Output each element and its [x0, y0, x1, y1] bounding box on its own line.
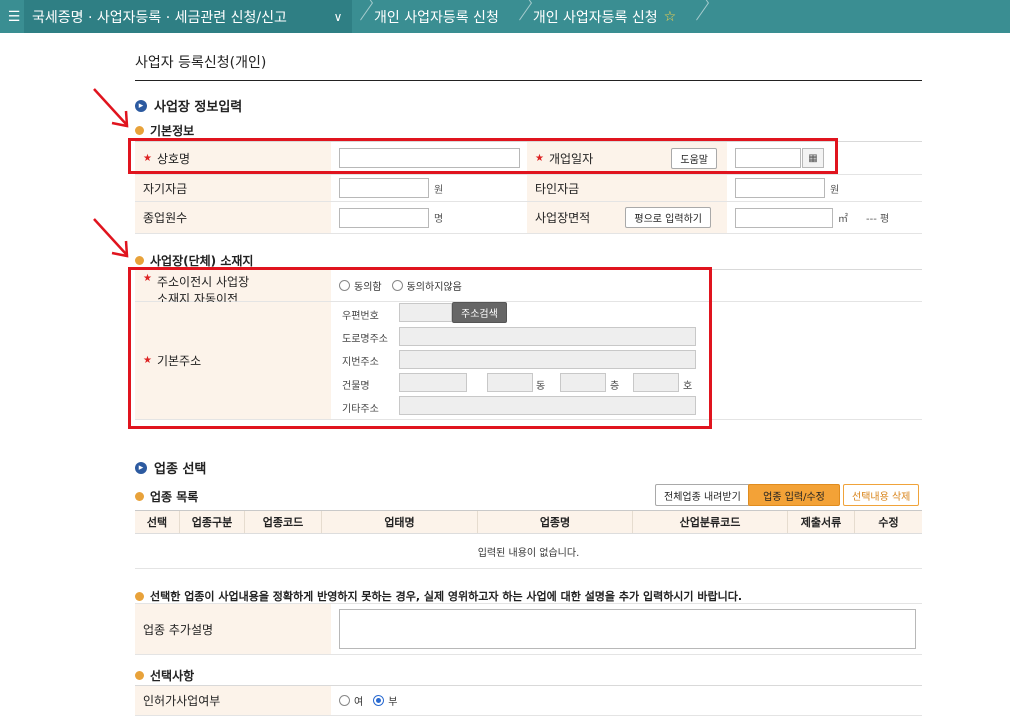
won-unit: 원: [830, 184, 840, 196]
own-capital-input[interactable]: [339, 178, 429, 198]
column-header: 업종코드: [245, 511, 322, 533]
extra-description-cell: [331, 604, 922, 654]
hamburger-icon[interactable]: ☰: [0, 0, 24, 33]
top-navigation-bar: ☰ 국세증명 · 사업자등록 · 세금관련 신청/신고 ∨ 개인 사업자등록 신…: [0, 0, 1010, 33]
chevron-down-icon[interactable]: ∨: [324, 0, 352, 33]
other-capital-cell: 원: [727, 175, 922, 201]
extra-description-label: 업종 추가설명: [135, 604, 331, 654]
note-text: 선택한 업종이 사업내용을 정확하게 반영하지 못하는 경우, 실제 영위하고자…: [150, 590, 743, 603]
other-capital-input[interactable]: [735, 178, 825, 198]
subheading-industry-list: 업종 목록: [135, 488, 198, 505]
breadcrumb-item[interactable]: 개인 사업자등록 신청: [366, 0, 511, 33]
industry-input-button[interactable]: 업종 입력/수정: [748, 484, 840, 506]
own-capital-label: 자기자금: [135, 175, 331, 201]
table-row: 종업원수 명 사업장면적 평으로 입력하기 ㎡ --- 평: [135, 202, 922, 234]
area-label: 사업장면적 평으로 입력하기: [527, 202, 727, 233]
column-header: 업종구분: [180, 511, 245, 533]
column-header: 수정: [878, 516, 899, 529]
radio-label: 여: [354, 697, 364, 708]
arrow-right-icon: ▸: [135, 461, 147, 474]
subheading-text: 선택사항: [150, 669, 195, 683]
subheading-text: 기본정보: [150, 124, 195, 138]
title-divider: [135, 80, 922, 81]
employees-unit: 명: [434, 214, 444, 225]
pyeong-readout: --- 평: [866, 214, 890, 225]
subheading-basic-info: 기본정보: [135, 122, 194, 139]
star-icon[interactable]: ☆: [664, 9, 677, 25]
industry-note: 선택한 업종이 사업내용을 정확하게 반영하지 못하는 경우, 실제 영위하고자…: [135, 588, 742, 604]
industry-list-header: 선택 업종구분 업종코드 업태명 업종명 산업분류코드 제출서류 수정: [135, 510, 922, 534]
breadcrumb-current: 개인 사업자등록 신청 ☆: [525, 0, 688, 33]
area-cell: ㎡ --- 평: [727, 202, 922, 233]
breadcrumb-separator: [352, 0, 366, 33]
employees-cell: 명: [331, 202, 527, 233]
won-unit: 원: [434, 184, 444, 196]
column-header: 제출서류: [788, 511, 855, 533]
section-heading-business-info: ▸ 사업장 정보입력: [135, 96, 242, 115]
label-text: 사업장면적: [535, 211, 591, 225]
radio-circle-icon: [339, 695, 350, 706]
radio-selected-icon: [373, 695, 385, 706]
subheading-text: 업종 목록: [150, 490, 199, 504]
heading-text: 업종 선택: [154, 462, 207, 477]
extra-description-table: 업종 추가설명: [135, 603, 922, 655]
bullet-icon: [135, 126, 144, 135]
delete-selection-button[interactable]: 선택내용 삭제: [843, 484, 920, 506]
other-capital-label: 타인자금: [527, 175, 727, 201]
bullet-icon: [135, 671, 144, 680]
license-business-cell: 여 부: [331, 686, 922, 715]
license-business-label: 인허가사업여부: [135, 686, 331, 715]
column-header: 선택: [135, 511, 180, 533]
annotation-arrow-icon: [93, 218, 129, 258]
highlight-box: [128, 138, 838, 174]
employees-label: 종업원수: [135, 202, 331, 233]
own-capital-cell: 원: [331, 175, 527, 201]
table-row: 업종 추가설명: [135, 604, 922, 655]
column-header: 업종명: [478, 511, 633, 533]
download-industries-button[interactable]: 전체업종 내려받기: [655, 484, 750, 506]
area-input[interactable]: [735, 207, 833, 228]
table-row: 인허가사업여부 여 부: [135, 686, 922, 716]
section-heading-industry: ▸ 업종 선택: [135, 458, 206, 477]
options-table: 인허가사업여부 여 부: [135, 685, 922, 716]
heading-text: 사업장 정보입력: [154, 100, 243, 115]
breadcrumb-separator: [511, 0, 525, 33]
area-unit: ㎡: [838, 214, 848, 225]
column-header: 업태명: [322, 511, 478, 533]
breadcrumb-label: 개인 사업자등록 신청: [374, 9, 499, 26]
table-row: 자기자금 원 타인자금 원: [135, 175, 922, 202]
page-title: 사업자 등록신청(개인): [135, 55, 267, 71]
nav-home-link[interactable]: 국세증명 · 사업자등록 · 세금관련 신청/신고: [24, 0, 324, 33]
column-header: 산업분류코드: [633, 511, 788, 533]
nav-home-label: 국세증명 · 사업자등록 · 세금관련 신청/신고: [32, 9, 287, 26]
pyeong-input-button[interactable]: 평으로 입력하기: [625, 207, 711, 228]
employees-input[interactable]: [339, 207, 429, 228]
breadcrumb-separator: [688, 0, 702, 33]
empty-list-message: 입력된 내용이 없습니다.: [135, 535, 922, 569]
annotation-arrow-icon: [93, 88, 129, 128]
extra-description-textarea[interactable]: [339, 609, 916, 649]
bullet-icon: [135, 256, 144, 265]
bullet-icon: [135, 591, 144, 601]
license-yes-radio[interactable]: 여: [339, 693, 363, 708]
arrow-right-icon: ▸: [135, 99, 147, 112]
radio-label: 부: [388, 697, 398, 708]
breadcrumb-label: 개인 사업자등록 신청: [532, 9, 658, 26]
bullet-icon: [135, 492, 144, 501]
highlight-box: [128, 267, 712, 429]
subheading-options: 선택사항: [135, 667, 194, 684]
license-no-radio[interactable]: 부: [373, 693, 397, 708]
